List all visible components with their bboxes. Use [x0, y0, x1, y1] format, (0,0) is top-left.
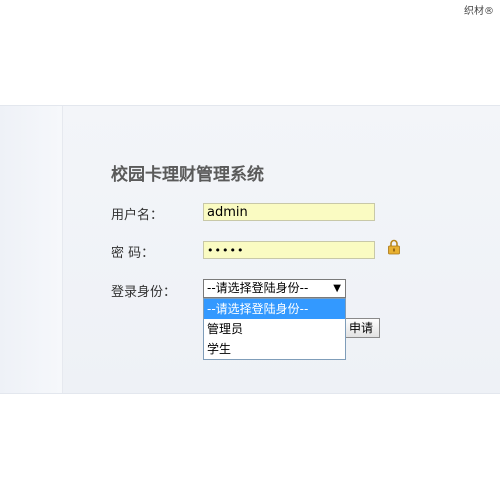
password-field[interactable]: •••••	[203, 241, 375, 259]
role-option-student[interactable]: 学生	[204, 339, 345, 359]
caret-down-icon: ▼	[333, 283, 341, 294]
role-select-value: --请选择登陆身份--	[207, 281, 309, 295]
role-dropdown-list[interactable]: --请选择登陆身份-- 管理员 学生	[203, 298, 346, 360]
lock-icon	[388, 239, 400, 255]
role-option-placeholder[interactable]: --请选择登陆身份--	[204, 299, 345, 319]
panel-left-strip	[0, 106, 63, 393]
role-label: 登录身份：	[111, 285, 177, 300]
system-title: 校园卡理财管理系统	[111, 165, 264, 185]
watermark: 织材®	[464, 6, 494, 17]
role-select[interactable]: --请选择登陆身份-- ▼	[203, 279, 346, 298]
username-label: 用户名：	[111, 208, 164, 223]
role-option-admin[interactable]: 管理员	[204, 319, 345, 339]
username-field[interactable]: admin	[203, 203, 375, 221]
password-label: 密 码：	[111, 246, 155, 261]
